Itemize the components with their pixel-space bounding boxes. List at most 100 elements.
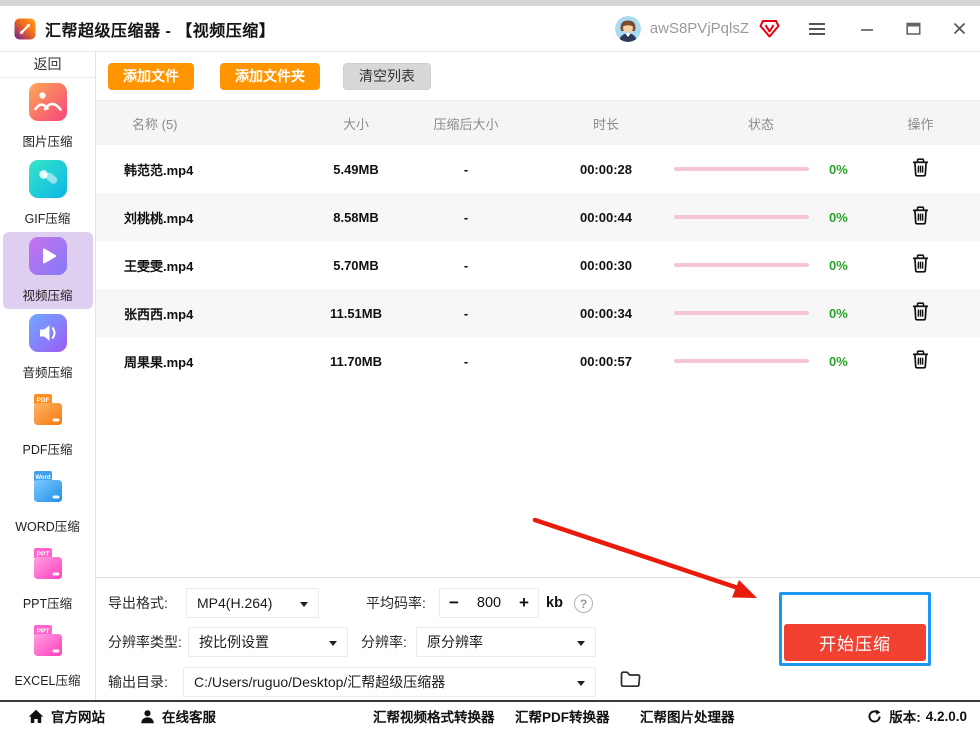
resolution-label: 分辨率: bbox=[361, 634, 407, 650]
audio-compress-icon bbox=[28, 314, 67, 357]
delete-button[interactable] bbox=[910, 204, 931, 230]
progress-bar bbox=[674, 214, 809, 220]
table-row: 刘桃桃.mp4 8.58MB - 00:00:44 0% bbox=[96, 193, 980, 241]
bitrate-decrease-button[interactable]: − bbox=[440, 593, 468, 613]
file-size: 5.49MB bbox=[333, 161, 379, 177]
progress-bar bbox=[674, 310, 809, 316]
sidebar-item-label: 图片压缩 bbox=[22, 135, 73, 149]
official-site-link[interactable]: 官方网站 bbox=[28, 702, 105, 730]
duration: 00:00:44 bbox=[579, 209, 633, 225]
resolution-select[interactable]: 原分辨率 bbox=[416, 627, 596, 657]
sidebar-item-gif-compress[interactable]: GIF压缩 bbox=[3, 155, 93, 232]
word-compress-icon: Word bbox=[29, 468, 67, 511]
progress-percent: 0% bbox=[829, 209, 848, 225]
browse-folder-icon[interactable] bbox=[620, 670, 641, 691]
file-size: 8.58MB bbox=[333, 209, 379, 225]
svg-text:PPT: PPT bbox=[36, 628, 49, 635]
sidebar-item-audio-compress[interactable]: 音频压缩 bbox=[3, 309, 93, 386]
output-dir-select[interactable]: C:/Users/ruguo/Desktop/汇帮超级压缩器 bbox=[183, 667, 596, 697]
app-logo-icon bbox=[14, 18, 36, 40]
maximize-icon[interactable] bbox=[906, 22, 921, 35]
compressed-size: - bbox=[463, 257, 469, 273]
resolution-type-label: 分辨率类型: bbox=[108, 634, 182, 650]
bitrate-label: 平均码率: bbox=[366, 595, 426, 611]
footer-link-video-converter[interactable]: 汇帮视频格式转换器 bbox=[373, 702, 495, 730]
resolution-type-value: 按比例设置 bbox=[199, 634, 269, 650]
footer-link-image-processor[interactable]: 汇帮图片处理器 bbox=[640, 702, 735, 730]
progress-percent: 0% bbox=[829, 161, 848, 177]
sidebar-item-pdf-compress[interactable]: PDF PDF压缩 bbox=[3, 386, 93, 463]
sidebar-item-excel-compress[interactable]: PPT EXCEL压缩 bbox=[3, 617, 93, 694]
progress-percent: 0% bbox=[829, 353, 848, 369]
add-file-button[interactable]: 添加文件 bbox=[108, 62, 194, 90]
file-name: 周果果.mp4 bbox=[124, 354, 194, 370]
sidebar-item-word-compress[interactable]: Word WORD压缩 bbox=[3, 463, 93, 540]
refresh-icon[interactable] bbox=[867, 709, 882, 724]
sidebar-item-image-compress[interactable]: 图片压缩 bbox=[3, 78, 93, 155]
file-name: 王雯雯.mp4 bbox=[124, 258, 194, 274]
sidebar-item-label: PPT压缩 bbox=[22, 597, 73, 611]
sidebar: 返回 图片压缩 GIF压缩 视频压缩 音频压缩 PDF PDF压缩 Word W… bbox=[0, 52, 96, 700]
progress-percent: 0% bbox=[829, 305, 848, 321]
file-size: 11.51MB bbox=[329, 305, 383, 321]
video-compress-icon bbox=[28, 237, 67, 280]
duration: 00:00:28 bbox=[579, 161, 633, 177]
back-button[interactable]: 返回 bbox=[0, 52, 95, 78]
start-compress-button[interactable]: 开始压缩 bbox=[784, 624, 926, 661]
main-panel: 添加文件 添加文件夹 清空列表 名称 (5) 大小 压缩后大小 时长 状态 操作… bbox=[96, 52, 980, 700]
column-header-compressed-size: 压缩后大小 bbox=[433, 116, 499, 132]
table-row: 王雯雯.mp4 5.70MB - 00:00:30 0% bbox=[96, 241, 980, 289]
chevron-down-icon bbox=[577, 641, 585, 646]
gif-compress-icon bbox=[28, 160, 67, 203]
bitrate-increase-button[interactable]: + bbox=[510, 593, 538, 613]
file-size: 11.70MB bbox=[329, 353, 383, 369]
table-row: 周果果.mp4 11.70MB - 00:00:57 0% bbox=[96, 337, 980, 385]
delete-button[interactable] bbox=[910, 156, 931, 182]
minimize-icon[interactable] bbox=[860, 23, 874, 35]
sidebar-item-label: EXCEL压缩 bbox=[14, 674, 81, 688]
add-folder-button[interactable]: 添加文件夹 bbox=[220, 62, 320, 90]
duration: 00:00:34 bbox=[579, 305, 633, 321]
footer-bar: 官方网站 在线客服 汇帮视频格式转换器 汇帮PDF转换器 汇帮图片处理器 版本:… bbox=[0, 700, 980, 730]
chevron-down-icon bbox=[577, 681, 585, 686]
column-header-status: 状态 bbox=[747, 116, 774, 132]
sidebar-item-label: 视频压缩 bbox=[22, 289, 73, 303]
sidebar-item-label: WORD压缩 bbox=[15, 520, 80, 534]
file-name: 韩范范.mp4 bbox=[124, 162, 194, 178]
delete-button[interactable] bbox=[910, 300, 931, 326]
delete-button[interactable] bbox=[910, 252, 931, 278]
menu-icon[interactable] bbox=[808, 22, 826, 36]
chevron-down-icon bbox=[300, 602, 308, 607]
table-row: 张西西.mp4 11.51MB - 00:00:34 0% bbox=[96, 289, 980, 337]
column-header-action: 操作 bbox=[907, 116, 934, 132]
table-header: 名称 (5) 大小 压缩后大小 时长 状态 操作 bbox=[96, 100, 980, 145]
compressed-size: - bbox=[463, 161, 469, 177]
delete-button[interactable] bbox=[910, 348, 931, 374]
resolution-type-select[interactable]: 按比例设置 bbox=[188, 627, 348, 657]
sidebar-item-video-compress[interactable]: 视频压缩 bbox=[2, 232, 93, 309]
progress-bar bbox=[674, 262, 809, 268]
trash-icon bbox=[913, 302, 928, 321]
username: awS8PVjPqlsZ bbox=[649, 20, 749, 37]
duration: 00:00:57 bbox=[579, 353, 633, 369]
footer-link-pdf-converter[interactable]: 汇帮PDF转换器 bbox=[515, 702, 610, 730]
clear-list-button[interactable]: 清空列表 bbox=[343, 62, 431, 90]
column-header-duration: 时长 bbox=[592, 116, 619, 132]
progress-percent: 0% bbox=[829, 257, 848, 273]
avatar[interactable] bbox=[614, 15, 641, 42]
bitrate-value-input[interactable]: 800 bbox=[468, 595, 510, 611]
home-icon bbox=[28, 709, 44, 723]
column-header-size: 大小 bbox=[342, 116, 369, 132]
compressed-size: - bbox=[463, 209, 469, 225]
trash-icon bbox=[913, 350, 928, 369]
ppt-compress-icon: PPT bbox=[29, 545, 67, 588]
sidebar-item-ppt-compress[interactable]: PPT PPT压缩 bbox=[3, 540, 93, 617]
close-icon[interactable] bbox=[953, 22, 966, 35]
duration: 00:00:30 bbox=[579, 257, 633, 273]
export-format-select[interactable]: MP4(H.264) bbox=[186, 588, 319, 618]
version-label: 版本: bbox=[889, 710, 921, 725]
service-icon bbox=[141, 709, 154, 723]
help-icon[interactable]: ? bbox=[574, 594, 593, 613]
toolbar: 添加文件 添加文件夹 清空列表 bbox=[96, 52, 980, 100]
online-service-link[interactable]: 在线客服 bbox=[140, 702, 216, 730]
